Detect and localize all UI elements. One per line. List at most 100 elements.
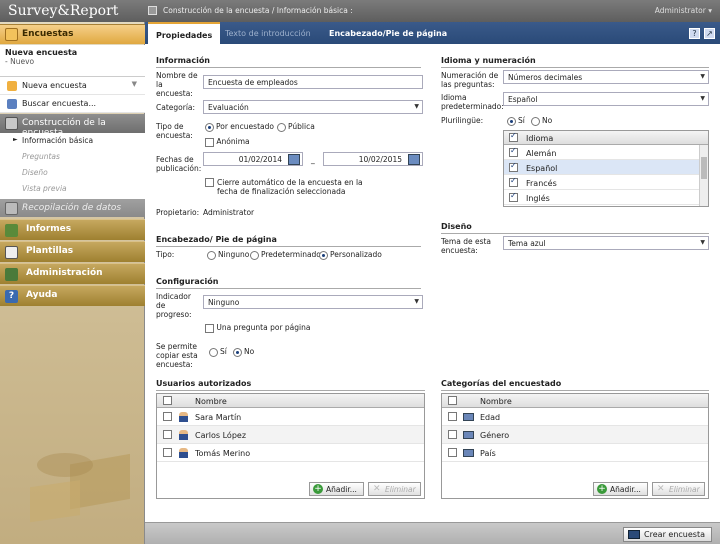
table-row[interactable]: Tomás Merino: [157, 444, 424, 462]
user-menu[interactable]: Administrator ▾: [655, 6, 712, 15]
list-item[interactable]: Inglés: [504, 190, 708, 205]
section-label: Informes: [26, 224, 72, 234]
copy-option-no[interactable]: No: [233, 347, 254, 357]
decorative-graphics: [30, 453, 130, 523]
tab-encabezado-pie[interactable]: Encabezado/Pie de página: [321, 22, 455, 44]
select-all-checkbox[interactable]: [163, 396, 172, 405]
default-lang-select[interactable]: Español: [503, 92, 709, 106]
hf-option-predeterminado[interactable]: Predeterminado: [250, 250, 321, 260]
button-label: Eliminar: [669, 485, 700, 494]
checkbox-icon: [205, 323, 214, 333]
multilang-label: Plurilingüe:: [441, 116, 484, 125]
list-item[interactable]: Español: [504, 160, 708, 175]
option-label: Sí: [220, 347, 227, 356]
table-row[interactable]: País: [442, 444, 708, 462]
sidebar-section-ayuda[interactable]: ? Ayuda: [0, 285, 145, 306]
scrollbar[interactable]: [699, 145, 708, 206]
option-label: Por encuestado: [216, 122, 274, 131]
multilang-option-si[interactable]: Sí: [507, 116, 525, 126]
checkbox-icon[interactable]: [448, 412, 457, 421]
export-icon[interactable]: ↗: [704, 28, 715, 39]
section-diseno-title: Diseño: [441, 222, 709, 234]
create-survey-button[interactable]: Crear encuesta: [623, 527, 712, 542]
sidebar-section-construccion[interactable]: Construcción de la encuesta: [0, 114, 145, 138]
section-label: Recopilación de datos: [22, 203, 122, 213]
checkbox-icon[interactable]: [163, 448, 172, 457]
build-icon: [5, 117, 18, 130]
checkbox-icon[interactable]: [448, 430, 457, 439]
delete-category-button[interactable]: ✕ Eliminar: [652, 482, 705, 496]
list-item[interactable]: Francés: [504, 175, 708, 190]
radio-icon: [250, 250, 259, 260]
tab-bar: Propiedades Texto de introducción Encabe…: [145, 22, 720, 44]
user-name: Administrator: [654, 6, 706, 15]
help-icon[interactable]: ?: [689, 28, 700, 39]
checkbox-icon[interactable]: [163, 430, 172, 439]
radio-icon: [209, 347, 218, 357]
numbering-select[interactable]: Números decimales: [503, 70, 709, 84]
checkbox-icon[interactable]: [509, 161, 518, 172]
add-user-button[interactable]: + Añadir...: [309, 482, 364, 496]
sidebar-item-info-basica[interactable]: ► Información básica: [0, 133, 145, 149]
tab-texto-introduccion[interactable]: Texto de introducción: [217, 22, 319, 44]
hf-option-ninguno[interactable]: Ninguno: [207, 250, 249, 260]
checkbox-icon[interactable]: [448, 448, 457, 457]
list-item[interactable]: Alemán: [504, 145, 708, 160]
table-row[interactable]: Sara Martín: [157, 408, 424, 426]
checkbox-icon[interactable]: [163, 412, 172, 421]
menu-search-survey[interactable]: Buscar encuesta...: [0, 95, 145, 113]
chevron-down-icon[interactable]: ▼: [132, 80, 137, 88]
sidebar-item-preguntas[interactable]: Preguntas: [0, 149, 145, 165]
table-row[interactable]: Carlos López: [157, 426, 424, 444]
add-category-button[interactable]: + Añadir...: [593, 482, 648, 496]
type-option-publica[interactable]: Pública: [277, 122, 315, 132]
table-row[interactable]: Género: [442, 426, 708, 444]
name-label: Nombre de la encuesta:: [156, 71, 198, 98]
language-name: Español: [526, 164, 558, 173]
sub-label: Vista previa: [22, 184, 67, 193]
table-header: Nombre: [157, 394, 424, 408]
checkbox-icon[interactable]: [509, 176, 518, 187]
save-icon: [628, 530, 641, 539]
type-option-por-encuestado[interactable]: Por encuestado: [205, 122, 274, 132]
section-label: Plantillas: [26, 246, 74, 256]
progress-select[interactable]: Ninguno: [203, 295, 423, 309]
copy-option-si[interactable]: Sí: [209, 347, 227, 357]
multilang-option-no[interactable]: No: [531, 116, 552, 126]
sidebar-item-vista-previa[interactable]: Vista previa: [0, 181, 145, 199]
window-icon: [148, 6, 157, 15]
checkbox-icon[interactable]: [509, 146, 518, 157]
sidebar-section-encuestas[interactable]: Encuestas: [0, 24, 145, 44]
section-categorias-title: Categorías del encuestado: [441, 379, 709, 391]
scrollbar-thumb[interactable]: [701, 157, 707, 179]
table-row[interactable]: Edad: [442, 408, 708, 426]
section-informacion-title: Información: [156, 56, 421, 68]
hf-option-personalizado[interactable]: Personalizado: [319, 250, 382, 260]
sidebar-section-informes[interactable]: Informes: [0, 219, 145, 240]
category-select[interactable]: Evaluación: [203, 100, 423, 114]
one-per-page-checkbox[interactable]: Una pregunta por página: [205, 323, 310, 333]
autoclose-checkbox[interactable]: [205, 178, 214, 187]
survey-name-input[interactable]: Encuesta de empleados: [203, 75, 423, 89]
checkbox-icon[interactable]: [509, 191, 518, 202]
sidebar-section-plantillas[interactable]: Plantillas: [0, 241, 145, 262]
dates-label: Fechas de publicación:: [156, 155, 202, 173]
tab-propiedades[interactable]: Propiedades: [148, 22, 221, 44]
delete-user-button[interactable]: ✕ Eliminar: [368, 482, 421, 496]
sidebar-item-diseno[interactable]: Diseño: [0, 165, 145, 181]
user-name: Sara Martín: [195, 413, 242, 422]
select-all-checkbox[interactable]: [448, 396, 457, 405]
select-all-checkbox[interactable]: [509, 131, 518, 142]
section-label: Encuestas: [22, 29, 74, 39]
sidebar-section-recopilacion[interactable]: Recopilación de datos: [0, 199, 145, 217]
button-label: Crear encuesta: [644, 530, 705, 539]
app-logo: Survey&Report: [0, 0, 145, 22]
theme-select[interactable]: Tema azul: [503, 236, 709, 250]
calendar-icon[interactable]: [288, 154, 300, 165]
calendar-icon[interactable]: [408, 154, 420, 165]
anon-checkbox[interactable]: Anónima: [205, 137, 250, 147]
option-label: Sí: [518, 116, 525, 125]
category-name: Género: [480, 431, 510, 440]
menu-new-survey[interactable]: Nueva encuesta ▼: [0, 77, 145, 95]
sidebar-section-administracion[interactable]: Administración: [0, 263, 145, 284]
